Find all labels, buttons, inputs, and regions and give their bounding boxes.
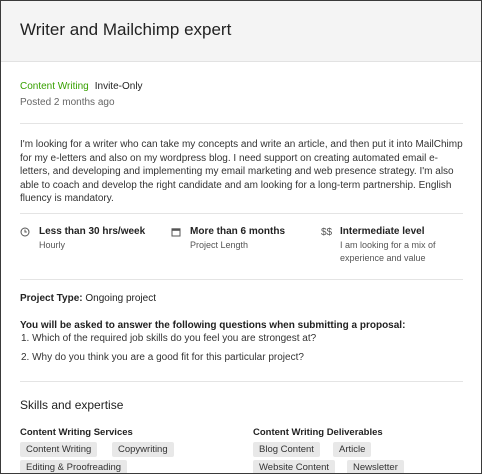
skill-group: Content Writing Deliverables Blog Conten… (253, 427, 404, 473)
skills-title: Skills and expertise (20, 398, 124, 412)
calendar-icon (171, 227, 185, 237)
questions-intro: You will be asked to answer the followin… (20, 320, 406, 331)
fact-sub-line: I am looking for a mix of (340, 240, 436, 250)
job-facts: Less than 30 hrs/week Hourly More than 6… (20, 226, 463, 266)
clock-icon (20, 227, 34, 237)
job-meta: Content Writing Invite-Only (20, 81, 463, 92)
project-type-value: Ongoing project (85, 293, 156, 304)
project-type: Project Type: Ongoing project (20, 293, 463, 304)
project-type-label: Project Type: (20, 293, 83, 304)
job-description: I'm looking for a writer who can take my… (20, 139, 463, 205)
dollar-icon: $$ (321, 227, 333, 238)
fact-sub: Project Length (190, 240, 249, 250)
fact-main: Intermediate level (340, 226, 425, 237)
posted-time: Posted 2 months ago (20, 97, 115, 108)
divider (20, 123, 463, 124)
visibility-label: Invite-Only (94, 81, 143, 92)
job-details-panel: Writer and Mailchimp expert Content Writ… (0, 0, 482, 474)
fact-sub: Hourly (39, 240, 66, 250)
skill-group-title: Content Writing Services (20, 427, 133, 438)
fact-sub-line: experience and value (340, 253, 426, 263)
divider (20, 279, 463, 280)
skill-chip[interactable]: Blog Content (253, 442, 320, 457)
skill-chip[interactable]: Article (333, 442, 372, 457)
fact-main: More than 6 months (190, 226, 286, 237)
fact-sub: I am looking for a mix of experience and … (340, 239, 436, 265)
page-title: Writer and Mailchimp expert (20, 20, 232, 39)
skill-chip[interactable]: Editing & Proofreading (20, 460, 128, 473)
fact-main: Less than 30 hrs/week (39, 226, 146, 237)
category-link[interactable]: Content Writing (20, 81, 89, 92)
divider (20, 381, 463, 382)
skill-group-title: Content Writing Deliverables (253, 427, 383, 438)
skill-chip[interactable]: Content Writing (20, 442, 98, 457)
panel-header: Writer and Mailchimp expert (1, 1, 481, 62)
skill-chip[interactable]: Copywriting (112, 442, 174, 457)
skill-chip[interactable]: Newsletter (347, 460, 404, 473)
question-item: 1. Which of the required job skills do y… (21, 333, 317, 344)
divider (20, 213, 463, 214)
skill-chip[interactable]: Website Content (253, 460, 336, 473)
question-item: 2. Why do you think you are a good fit f… (21, 352, 304, 363)
skill-group: Content Writing Services Content Writing… (20, 427, 174, 473)
